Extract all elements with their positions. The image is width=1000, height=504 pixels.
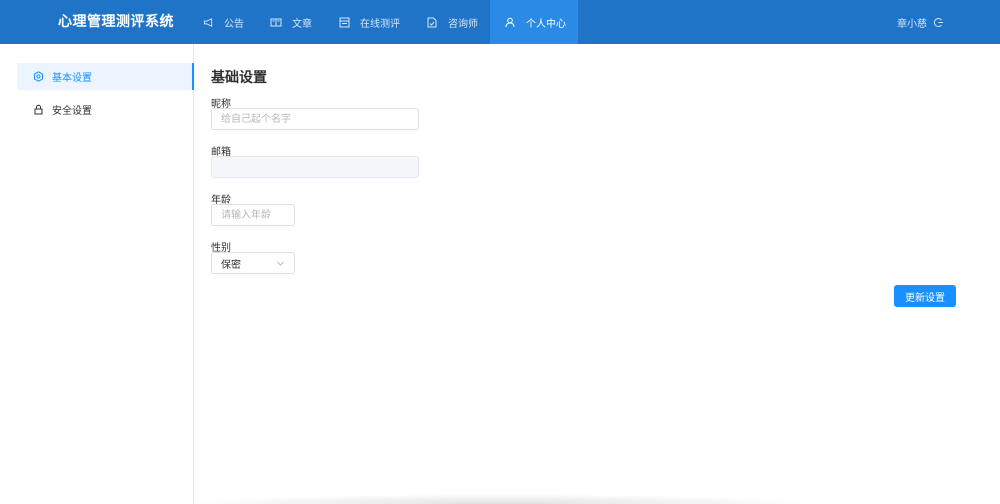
- nav-label: 在线测评: [360, 18, 400, 30]
- sidebar-item-basic-settings[interactable]: 基本设置: [17, 63, 194, 90]
- book-icon: [270, 16, 282, 28]
- update-settings-button[interactable]: 更新设置: [894, 285, 956, 307]
- document-icon: [426, 16, 438, 28]
- age-input[interactable]: [211, 204, 295, 226]
- nav-item-announcements[interactable]: 公告: [188, 0, 256, 44]
- sidebar-item-label: 基本设置: [52, 73, 92, 84]
- nav-label: 文章: [292, 18, 312, 30]
- nav-item-articles[interactable]: 文章: [256, 0, 324, 44]
- sidebar-item-security-settings[interactable]: 安全设置: [17, 96, 194, 123]
- gender-select[interactable]: 保密: [211, 252, 295, 274]
- nav-label: 公告: [224, 18, 244, 30]
- settings-icon: [33, 71, 44, 82]
- lock-icon: [33, 104, 44, 115]
- nav-item-counselors[interactable]: 咨询师: [412, 0, 490, 44]
- logout-icon[interactable]: [933, 17, 944, 28]
- chevron-down-icon: [276, 259, 285, 268]
- top-navbar: 心理管理测评系统 公告 文章 在线测评 咨询师 个人中心 章小慈: [0, 0, 1000, 44]
- nav-item-assessment[interactable]: 在线测评: [324, 0, 412, 44]
- megaphone-icon: [202, 16, 214, 28]
- settings-form: 基础设置 昵称 邮箱 年龄 性别 保密 更新设置: [211, 44, 1000, 504]
- nav-label: 个人中心: [526, 18, 566, 30]
- user-menu[interactable]: 章小慈: [897, 0, 944, 44]
- sidebar-item-label: 安全设置: [52, 106, 92, 117]
- form-icon: [338, 16, 350, 28]
- settings-sidebar: 基本设置 安全设置: [0, 44, 194, 504]
- bottom-shadow: [180, 494, 820, 504]
- user-icon: [504, 16, 516, 28]
- email-field: [211, 156, 419, 178]
- nickname-input[interactable]: [211, 108, 419, 130]
- main-nav: 公告 文章 在线测评 咨询师 个人中心: [188, 0, 578, 44]
- nav-item-profile[interactable]: 个人中心: [490, 0, 578, 44]
- user-name: 章小慈: [897, 18, 927, 30]
- page-title: 基础设置: [211, 70, 267, 86]
- nav-label: 咨询师: [448, 18, 478, 30]
- gender-selected-value: 保密: [221, 259, 241, 271]
- app-title: 心理管理测评系统: [58, 14, 174, 30]
